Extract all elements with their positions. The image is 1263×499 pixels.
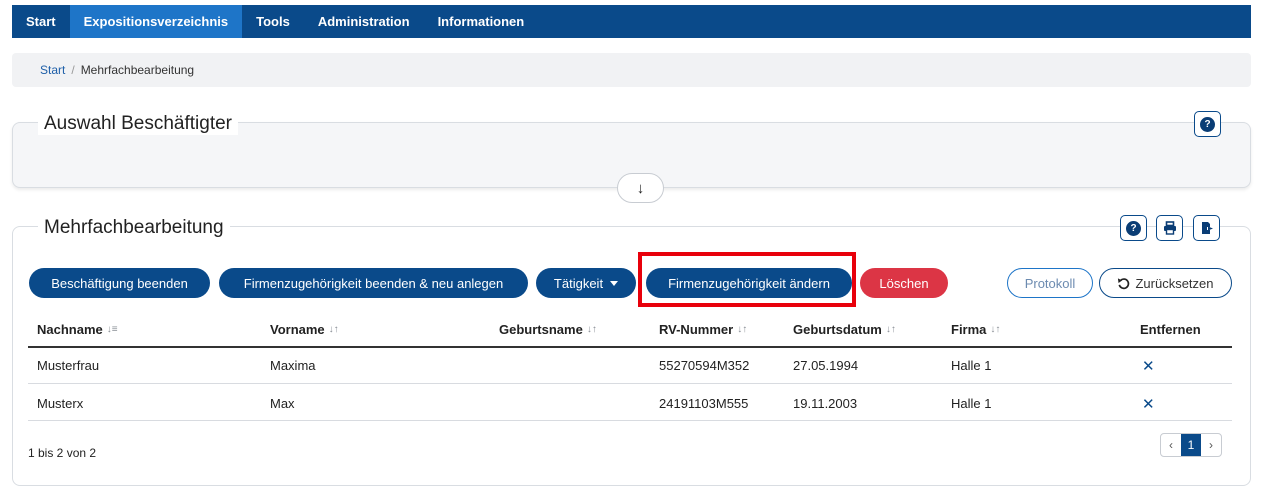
column-header-geburtsdatum[interactable]: Geburtsdatum ↓↑ [793, 322, 896, 337]
cell-nachname: Musterfrau [37, 358, 100, 373]
column-header-entfernen: Entfernen [1140, 322, 1201, 337]
cell-rv-nummer: 24191103M555 [659, 396, 749, 411]
table-header-divider [28, 346, 1232, 348]
selection-help-button[interactable]: ? [1194, 111, 1221, 137]
column-header-nachname[interactable]: Nachname ↓≡ [37, 322, 118, 337]
delete-button[interactable]: Löschen [860, 268, 948, 298]
column-header-vorname[interactable]: Vorname ↓↑ [270, 322, 339, 337]
remove-row-icon[interactable]: ✕ [1142, 395, 1155, 413]
cell-rv-nummer: 55270594M352 [659, 358, 750, 373]
header-label: Geburtsname [499, 322, 583, 337]
cell-geburtsdatum: 27.05.1994 [793, 358, 859, 373]
bulk-help-button[interactable]: ? [1120, 215, 1147, 241]
printer-icon [1163, 221, 1176, 235]
pagination-prev-button[interactable]: ‹ [1161, 434, 1181, 456]
expand-selection-button[interactable]: ↓ [617, 173, 664, 203]
pagination: ‹ 1 › [1160, 433, 1222, 457]
sort-icon: ↓↑ [737, 324, 748, 335]
header-label: Vorname [270, 322, 325, 337]
reset-label: Zurücksetzen [1135, 275, 1214, 291]
column-header-geburtsname[interactable]: Geburtsname ↓↑ [499, 322, 597, 337]
export-button[interactable] [1193, 215, 1220, 241]
activity-label: Tätigkeit [553, 275, 604, 291]
cell-geburtsdatum: 19.11.2003 [793, 396, 858, 411]
breadcrumb-current: Mehrfachbearbeitung [80, 63, 195, 77]
bulk-edit-panel [12, 226, 1251, 486]
pagination-next-button[interactable]: › [1201, 434, 1221, 456]
question-circle-icon: ? [1126, 220, 1141, 236]
nav-expositionsverzeichnis[interactable]: Expositionsverzeichnis [69, 5, 243, 38]
arrow-down-icon: ↓ [636, 179, 645, 197]
caret-down-icon [610, 281, 619, 286]
protocol-button[interactable]: Protokoll [1007, 268, 1093, 298]
remove-row-icon[interactable]: ✕ [1142, 357, 1155, 375]
export-icon [1201, 222, 1213, 234]
nav-tools[interactable]: Tools [242, 5, 304, 38]
row-divider [28, 383, 1232, 384]
breadcrumb-separator: / [71, 63, 75, 77]
sort-icon: ↓↑ [885, 324, 896, 335]
cell-firma: Halle 1 [951, 396, 992, 411]
breadcrumb: Start / Mehrfachbearbeitung [12, 53, 1251, 87]
header-label: Entfernen [1140, 322, 1201, 337]
employee-selection-title: Auswahl Beschäftigter [38, 113, 238, 135]
pagination-info: 1 bis 2 von 2 [28, 446, 97, 460]
protocol-label: Protokoll [1024, 275, 1076, 291]
end-company-and-new-label: Firmenzugehörigkeit beenden & neu anlege… [243, 275, 504, 291]
nav-administration[interactable]: Administration [304, 5, 424, 38]
cell-vorname: Max [270, 396, 295, 411]
header-label: Nachname [37, 322, 103, 337]
end-company-and-new-button[interactable]: Firmenzugehörigkeit beenden & neu anlege… [219, 268, 528, 298]
highlight-box [638, 252, 856, 307]
sort-icon: ↓↑ [990, 324, 1001, 335]
delete-label: Löschen [879, 275, 929, 291]
print-button[interactable] [1156, 215, 1183, 241]
cell-nachname: Musterx [37, 396, 84, 411]
column-header-rv-nummer[interactable]: RV-Nummer ↓↑ [659, 322, 747, 337]
top-navigation: Start Expositionsverzeichnis Tools Admin… [12, 5, 1251, 38]
cell-firma: Halle 1 [951, 358, 992, 373]
header-label: Geburtsdatum [793, 322, 882, 337]
header-label: RV-Nummer [659, 322, 734, 337]
activity-dropdown-button[interactable]: Tätigkeit [536, 268, 636, 298]
sort-icon: ↓↑ [586, 324, 597, 335]
breadcrumb-start-link[interactable]: Start [40, 63, 65, 77]
sort-icon: ↓≡ [106, 324, 118, 335]
nav-informationen[interactable]: Informationen [424, 5, 539, 38]
reset-button[interactable]: Zurücksetzen [1099, 268, 1232, 298]
column-header-firma[interactable]: Firma ↓↑ [951, 322, 1000, 337]
pagination-page-1[interactable]: 1 [1181, 434, 1201, 456]
end-employment-button[interactable]: Beschäftigung beenden [29, 268, 210, 298]
bulk-edit-title: Mehrfachbearbeitung [38, 217, 230, 239]
end-employment-label: Beschäftigung beenden [51, 275, 188, 291]
nav-start[interactable]: Start [12, 5, 70, 38]
row-divider [28, 420, 1232, 421]
cell-vorname: Maxima [270, 358, 316, 373]
header-label: Firma [951, 322, 987, 337]
question-circle-icon: ? [1200, 116, 1215, 132]
undo-icon [1118, 277, 1130, 289]
sort-icon: ↓↑ [328, 324, 339, 335]
